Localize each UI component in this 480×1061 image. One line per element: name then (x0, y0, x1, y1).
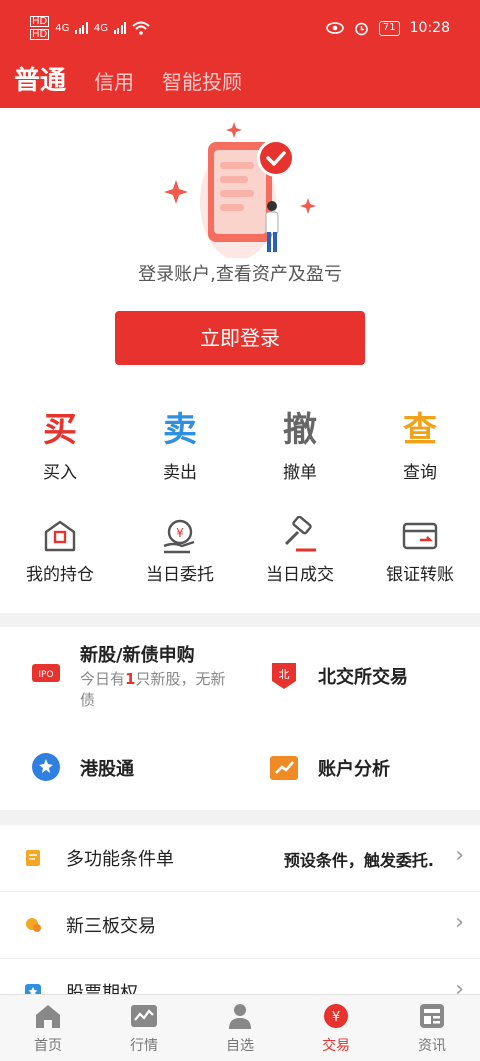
login-illustration (164, 122, 316, 258)
ipo-subscribe-entry[interactable]: IPO 新股/新债申购 今日有1只新股，无新债 (30, 641, 240, 711)
bse-trade-entry[interactable]: 北 北交所交易 (268, 659, 408, 691)
my-position-label: 我的持仓 (26, 565, 94, 585)
bse-title: 北交所交易 (318, 667, 408, 688)
condition-order-icon (26, 850, 40, 866)
nav-watchlist-label: 自选 (226, 1038, 254, 1054)
status-right: 71 10:28 (326, 20, 450, 36)
news-icon (420, 1004, 444, 1028)
login-hint: 登录账户,查看资产及盈亏 (138, 264, 342, 285)
alarm-icon (355, 22, 368, 35)
bank-transfer-action[interactable]: 银证转账 (360, 516, 480, 585)
market-icon (131, 1005, 157, 1027)
today-deals-label: 当日成交 (266, 565, 334, 585)
tab-credit[interactable]: 信用 (94, 66, 134, 95)
more-services-list: 多功能条件单 预设条件，触发委托. › 新三板交易 › 股票期权 › (0, 825, 480, 1000)
transfer-icon (402, 522, 438, 550)
battery-indicator: 71 (378, 20, 400, 36)
hk-connect-entry[interactable]: 港股通 (30, 751, 134, 783)
sim1-label: HD (30, 16, 50, 27)
buy-label: 买入 (43, 463, 77, 483)
wifi-icon (132, 21, 151, 35)
chevron-right-icon: › (455, 843, 464, 868)
today-orders-action[interactable]: ¥ 当日委托 (120, 516, 240, 585)
ipo-sub-prefix: 今日有 (80, 670, 126, 688)
position-icon (44, 520, 76, 552)
account-type-tabs: 普通 信用 智能投顾 (14, 60, 242, 97)
list-item-neeq[interactable]: 新三板交易 › (0, 892, 480, 959)
svg-text:¥: ¥ (176, 526, 184, 540)
condition-order-desc: 预设条件，触发委托. (283, 851, 434, 870)
buy-icon: 买 (43, 410, 77, 450)
sell-label: 卖出 (163, 463, 197, 483)
signal1-icon (75, 22, 88, 34)
login-button[interactable]: 立即登录 (115, 311, 365, 365)
cancel-order-icon: 撤 (283, 410, 317, 450)
signal2-icon (113, 22, 127, 34)
gavel-icon (284, 516, 316, 552)
analysis-title: 账户分析 (318, 759, 390, 780)
bottom-nav: 首页 行情 自选 ¥ 交易 资讯 (0, 994, 480, 1061)
today-deals-action[interactable]: 当日成交 (240, 516, 360, 585)
tab-normal[interactable]: 普通 (14, 60, 66, 97)
list-item-condition-order[interactable]: 多功能条件单 预设条件，触发委托. › (0, 825, 480, 892)
home-icon (36, 1005, 60, 1028)
ipo-sub-count: 1 (125, 670, 136, 688)
query-label: 查询 (403, 463, 437, 483)
cancel-order-action[interactable]: 撤 撤单 (240, 406, 360, 483)
secondary-actions: 我的持仓 ¥ 当日委托 当日成交 银证转账 (0, 516, 480, 585)
user-icon (229, 1004, 251, 1029)
ipo-icon: IPO (32, 664, 60, 682)
ipo-subtitle: 今日有1只新股，无新债 (80, 669, 240, 711)
app-header: HD HD 4G 4G 71 10:28 普通 信用 智能投顾 (0, 0, 480, 108)
condition-order-label: 多功能条件单 (66, 849, 174, 870)
nav-watchlist[interactable]: 自选 (192, 995, 288, 1061)
svg-text:北: 北 (279, 668, 290, 681)
buy-action[interactable]: 买 买入 (0, 406, 120, 483)
trade-icon: ¥ (324, 1004, 348, 1028)
hk-connect-icon (32, 753, 60, 781)
sell-icon: 卖 (163, 410, 197, 450)
sim2-label: HD (30, 29, 50, 40)
nav-trade-label: 交易 (322, 1038, 350, 1054)
bank-transfer-label: 银证转账 (386, 565, 454, 585)
nav-home-label: 首页 (34, 1038, 62, 1054)
clock: 10:28 (409, 20, 450, 36)
status-left: HD HD 4G 4G (30, 16, 151, 40)
neeq-icon (26, 918, 41, 932)
query-icon: 查 (403, 410, 437, 450)
account-analysis-entry[interactable]: 账户分析 (268, 751, 390, 783)
nav-home[interactable]: 首页 (0, 995, 96, 1061)
eye-icon (326, 22, 344, 34)
login-card: 登录账户,查看资产及盈亏 立即登录 买 买入 卖 卖出 撤 撤单 查 查询 我的… (0, 108, 480, 613)
nav-news-label: 资讯 (418, 1038, 446, 1054)
svg-text:IPO: IPO (38, 670, 53, 680)
cancel-order-label: 撤单 (283, 463, 317, 483)
features-section: IPO 新股/新债申购 今日有1只新股，无新债 北 北交所交易 港股通 账户分析 (0, 627, 480, 810)
order-icon: ¥ (163, 519, 195, 554)
nav-market-label: 行情 (130, 1038, 158, 1054)
svg-text:¥: ¥ (332, 1010, 340, 1025)
my-position-action[interactable]: 我的持仓 (0, 516, 120, 585)
query-action[interactable]: 查 查询 (360, 406, 480, 483)
status-bar: HD HD 4G 4G 71 10:28 (0, 0, 480, 58)
nav-market[interactable]: 行情 (96, 995, 192, 1061)
bse-icon: 北 (272, 663, 296, 689)
net1-label: 4G (55, 22, 70, 34)
sell-action[interactable]: 卖 卖出 (120, 406, 240, 483)
sim-stack: HD HD (30, 16, 50, 40)
net2-label: 4G (93, 22, 108, 34)
chevron-right-icon: › (455, 910, 464, 935)
hk-title: 港股通 (80, 759, 134, 780)
quick-actions: 买 买入 卖 卖出 撤 撤单 查 查询 (0, 406, 480, 483)
nav-trade[interactable]: ¥ 交易 (288, 995, 384, 1061)
analysis-icon (270, 756, 298, 780)
today-orders-label: 当日委托 (146, 565, 214, 585)
ipo-title: 新股/新债申购 (80, 645, 195, 666)
neeq-label: 新三板交易 (66, 916, 156, 937)
tab-robo-advisor[interactable]: 智能投顾 (162, 66, 242, 95)
nav-news[interactable]: 资讯 (384, 995, 480, 1061)
